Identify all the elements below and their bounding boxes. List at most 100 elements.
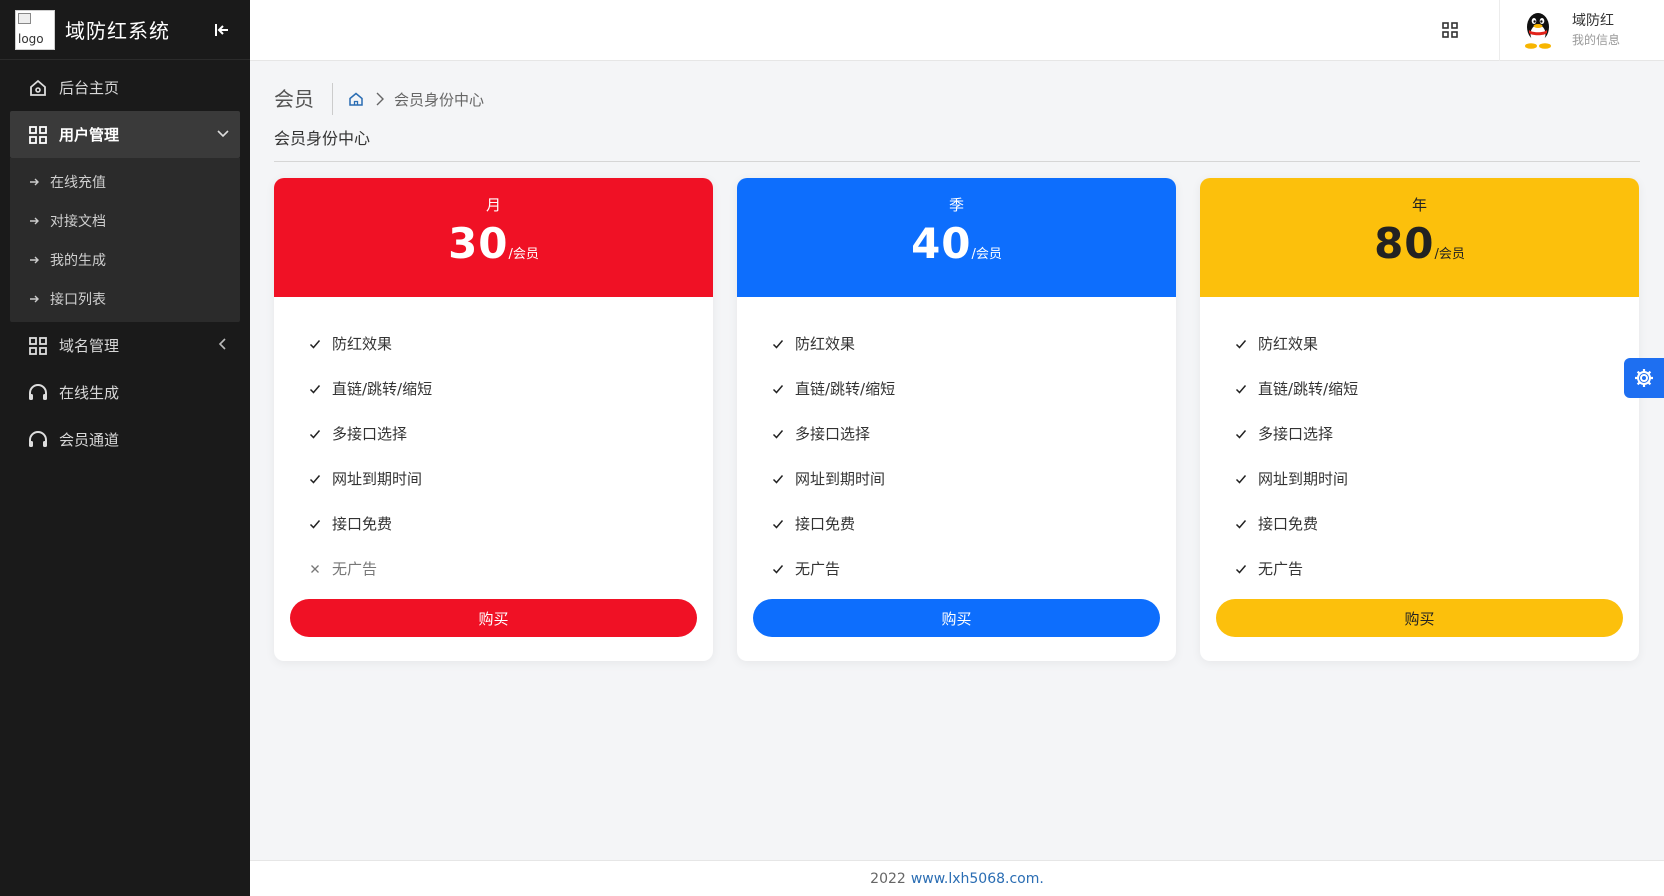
plan-feature: 直链/跳转/缩短 — [771, 366, 1176, 411]
collapse-sidebar-icon[interactable] — [212, 20, 232, 40]
plan-feature-label: 直链/跳转/缩短 — [332, 380, 433, 398]
footer-year: 2022 — [870, 870, 906, 887]
check-icon — [1234, 338, 1248, 350]
chevron-right-icon — [374, 91, 386, 107]
sidebar: logo 域防红系统 后台主页 用户管理 在线充值 对接文档 我的生成 接口列表… — [0, 0, 250, 896]
plan-price: 40/会员 — [737, 219, 1176, 268]
plan-feature-label: 接口免费 — [795, 515, 856, 533]
footer-link[interactable]: www.lxh5068.com. — [911, 871, 1044, 887]
page-title: 会员 — [274, 83, 333, 115]
chevron-down-icon — [216, 126, 230, 144]
plan-feature-list: 防红效果直链/跳转/缩短 多接口选择网址到期时间接口免费 无广告 — [1200, 297, 1639, 591]
plan-card-quarter: 季 40/会员防红效果 直链/跳转/缩短多接口选择网址到期时间接口免费无广告购买 — [737, 178, 1176, 661]
plan-feature: 接口免费 — [1234, 501, 1639, 546]
buy-button[interactable]: 购买 — [290, 599, 697, 637]
check-icon — [308, 473, 322, 485]
arrow-right-icon — [28, 254, 44, 266]
sidebar-item-user-management[interactable]: 用户管理 — [10, 111, 240, 158]
main-content: 会员 会员身份中心 会员身份中心 月 30/会员 防红效果 直链/跳转/缩短 多接口选择… — [250, 61, 1664, 860]
plan-feature-label: 接口免费 — [332, 515, 393, 533]
check-icon — [308, 338, 322, 350]
home-icon — [27, 77, 49, 99]
plan-feature: 多接口选择 — [1234, 411, 1639, 456]
plan-feature: 接口免费 — [771, 501, 1176, 546]
plan-feature-list: 防红效果 直链/跳转/缩短多接口选择网址到期时间接口免费无广告 — [737, 297, 1176, 591]
plan-feature: 网址到期时间 — [1234, 456, 1639, 501]
arrow-right-icon — [28, 176, 44, 188]
plan-feature-label: 直链/跳转/缩短 — [1258, 380, 1359, 398]
plan-feature: 无广告 — [1234, 546, 1639, 591]
plan-feature-label: 网址到期时间 — [1258, 470, 1349, 488]
my-info-link[interactable]: 我的信息 — [1572, 31, 1620, 49]
check-icon — [308, 518, 322, 530]
plan-feature-label: 多接口选择 — [795, 425, 871, 443]
brand-title: 域防红系统 — [65, 19, 170, 43]
plan-feature-label: 防红效果 — [332, 335, 393, 353]
plan-feature: 直链/跳转/缩短 — [308, 366, 713, 411]
plan-price-value: 30 — [448, 219, 509, 268]
avatar — [1524, 13, 1551, 49]
plan-price-value: 80 — [1374, 219, 1435, 268]
footer: 2022 www.lxh5068.com. — [250, 860, 1664, 896]
plan-feature: 无广告 — [771, 546, 1176, 591]
chevron-left-icon — [216, 337, 230, 355]
sidebar-subitem-label: 在线充值 — [50, 174, 106, 191]
headset-icon — [27, 382, 49, 404]
sidebar-item-label: 在线生成 — [59, 384, 120, 402]
buy-button[interactable]: 购买 — [753, 599, 1160, 637]
sidebar-item-domain-management[interactable]: 域名管理 — [0, 322, 250, 369]
check-icon — [771, 473, 785, 485]
section-title: 会员身份中心 — [274, 125, 1640, 162]
plan-feature: 防红效果 — [771, 321, 1176, 366]
user-menu[interactable]: 域防红 我的信息 — [1498, 0, 1664, 61]
breadcrumb-current: 会员身份中心 — [394, 90, 485, 109]
sidebar-item-label: 会员通道 — [59, 431, 120, 449]
check-icon — [1234, 428, 1248, 440]
sidebar-subitem-label: 对接文档 — [50, 213, 106, 230]
plan-feature: 网址到期时间 — [308, 456, 713, 501]
plan-feature-label: 多接口选择 — [332, 425, 408, 443]
sidebar-subitem-my-generated[interactable]: 我的生成 — [10, 240, 240, 279]
arrow-right-icon — [28, 215, 44, 227]
sidebar-subitem-label: 我的生成 — [50, 252, 106, 269]
plan-feature: 多接口选择 — [771, 411, 1176, 456]
plan-header: 季 40/会员 — [737, 178, 1176, 297]
plan-feature-label: 多接口选择 — [1258, 425, 1334, 443]
sidebar-item-label: 域名管理 — [59, 337, 120, 355]
plan-feature: 多接口选择 — [308, 411, 713, 456]
logo-image: logo — [15, 9, 55, 50]
apps-grid-icon[interactable] — [1439, 19, 1461, 41]
sidebar-subitem-api-docs[interactable]: 对接文档 — [10, 201, 240, 240]
sidebar-subitem-label: 接口列表 — [50, 291, 106, 308]
sidebar-subitem-api-list[interactable]: 接口列表 — [10, 279, 240, 318]
plan-header: 月 30/会员 — [274, 178, 713, 297]
logo-alt-text: logo — [18, 31, 44, 46]
sidebar-item-online-generate[interactable]: 在线生成 — [0, 369, 250, 416]
plan-feature-list: 防红效果直链/跳转/缩短 多接口选择网址到期时间 接口免费无广告 — [274, 297, 713, 591]
plan-feature: 防红效果 — [308, 321, 713, 366]
plan-feature-label: 防红效果 — [1258, 335, 1319, 353]
grid-icon — [27, 124, 49, 146]
plan-feature-label: 网址到期时间 — [332, 470, 423, 488]
sidebar-nav: 后台主页 用户管理 在线充值 对接文档 我的生成 接口列表 域名管理 在线生成 … — [0, 60, 250, 463]
check-icon — [771, 338, 785, 350]
settings-gear-icon[interactable] — [1624, 358, 1664, 398]
sidebar-item-home[interactable]: 后台主页 — [0, 64, 250, 111]
plan-price-unit: /会员 — [508, 247, 539, 262]
sidebar-item-label: 后台主页 — [59, 79, 120, 97]
check-icon — [308, 428, 322, 440]
user-text: 域防红 我的信息 — [1572, 11, 1620, 49]
check-icon — [771, 383, 785, 395]
plan-header: 年 80/会员 — [1200, 178, 1639, 297]
plan-feature: 网址到期时间 — [771, 456, 1176, 501]
sidebar-subitem-recharge[interactable]: 在线充值 — [10, 162, 240, 201]
plan-feature: 无广告 — [308, 546, 713, 591]
cross-icon — [308, 564, 322, 574]
home-icon[interactable] — [348, 91, 364, 107]
plan-price-value: 40 — [911, 219, 972, 268]
plan-period: 年 — [1411, 196, 1427, 214]
plan-feature: 防红效果 — [1234, 321, 1639, 366]
buy-button[interactable]: 购买 — [1216, 599, 1623, 637]
sidebar-item-member-channel[interactable]: 会员通道 — [0, 416, 250, 463]
check-icon — [308, 383, 322, 395]
